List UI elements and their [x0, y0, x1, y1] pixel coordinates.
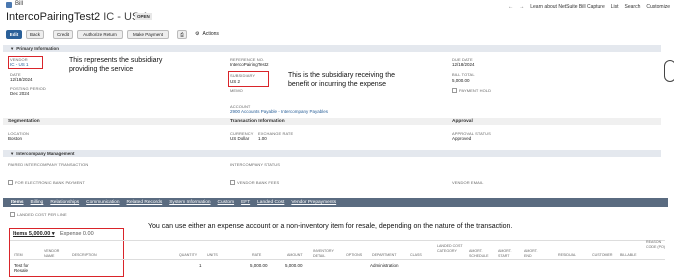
landed-cost-label: LANDED COST PER LINE	[17, 212, 67, 217]
row-department: Administration	[370, 263, 399, 268]
customize-link[interactable]: Customize	[646, 4, 670, 10]
edit-button[interactable]: Edit	[6, 30, 22, 39]
bill-total-label: BILL TOTAL	[452, 72, 475, 77]
payment-hold-checkbox[interactable]	[452, 88, 457, 93]
col-class: CLASS	[410, 253, 422, 257]
approval-status-value: Approved	[452, 136, 472, 141]
prev-icon[interactable]: ←	[508, 4, 513, 10]
learn-link[interactable]: Learn about NetSuite Bill Capture	[530, 4, 605, 10]
landed-cost-checkbox[interactable]	[10, 212, 15, 217]
row-rate: 5,000.00	[250, 263, 268, 268]
row-item[interactable]: Test for Resale	[14, 263, 36, 273]
approval-title: Approval	[452, 119, 473, 124]
tab-system-information[interactable]: System Information	[169, 200, 210, 205]
tab-billing[interactable]: Billing	[31, 200, 44, 205]
col-residual: RESIDUAL	[558, 253, 576, 257]
location-value: Boston	[8, 136, 23, 141]
payment-hold-label: PAYMENT HOLD	[459, 88, 492, 93]
intercompany-status-label: INTERCOMPANY STATUS	[230, 162, 281, 167]
tab-communication[interactable]: Communication	[86, 200, 119, 205]
subsidiary-annotation: This is the subsidiary receiving the ben…	[288, 72, 395, 88]
items-subtab[interactable]: Items 5,000.00 ▾	[13, 231, 55, 237]
segmentation-title: Segmentation	[8, 119, 40, 124]
tab-landed-cost[interactable]: Landed Cost	[257, 200, 284, 205]
subsidiary-value: US 2	[230, 79, 241, 84]
bill-total-value: 5,000.00	[452, 78, 470, 83]
col-amort-start: AMORT. START	[498, 249, 512, 258]
col-vendor-name: VENDOR NAME	[44, 249, 60, 258]
col-department: DEPARTMENT	[372, 253, 397, 257]
col-reason-code: REASON CODE (PO)	[646, 240, 665, 249]
memo-label: MEMO	[230, 88, 243, 93]
record-title: IntercoPairingTest2	[6, 11, 101, 23]
make-payment-button[interactable]: Make Payment	[127, 30, 169, 39]
subtab-bar: Items Billing Relationships Communicatio…	[3, 198, 668, 207]
col-inventory-detail: INVENTORY DETAIL	[313, 249, 334, 258]
reference-value: IntercoPairingTest2	[230, 62, 269, 67]
col-description: DESCRIPTION	[72, 253, 97, 257]
col-item: ITEM	[14, 253, 23, 257]
actions-menu[interactable]: ⚙ Actions	[195, 31, 219, 37]
eft-label: FOR ELECTRONIC BANK PAYMENT	[15, 180, 85, 185]
authorize-return-button[interactable]: Authorize Return	[77, 30, 123, 39]
back-button[interactable]: Back	[26, 30, 44, 39]
subsection-bar	[3, 118, 661, 125]
list-link[interactable]: List	[611, 4, 619, 10]
col-options: OPTIONS	[346, 253, 363, 257]
bill-icon	[6, 2, 12, 8]
col-quantity: QUANTITY	[179, 253, 198, 257]
side-panel-handle[interactable]	[664, 60, 674, 82]
search-link[interactable]: Search	[625, 4, 641, 10]
due-date-value: 12/18/2024	[452, 62, 475, 67]
print-icon[interactable]: ⎙	[177, 30, 187, 39]
vendor-email-label: VENDOR EMAIL	[452, 180, 484, 185]
col-amort-end: AMORT. END	[524, 249, 538, 258]
chevron-down-icon: ▾	[11, 45, 14, 51]
exchange-rate-value: 1.00	[258, 136, 267, 141]
col-amount: AMOUNT	[287, 253, 303, 257]
status-badge: OPEN	[135, 13, 152, 20]
record-type: Bill	[15, 1, 24, 7]
page-title: IntercoPairingTest2 IC - US 1	[6, 11, 148, 23]
intercompany-header[interactable]: ▾ Intercompany Management	[3, 150, 661, 157]
col-billable: BILLABLE	[620, 253, 637, 257]
account-value[interactable]: 2900 Accounts Payable - Intercompany Pay…	[230, 109, 328, 114]
tab-relationships[interactable]: Relationships	[50, 200, 79, 205]
tab-related-records[interactable]: Related Records	[126, 200, 162, 205]
primary-information-header[interactable]: ▾ Primary Information	[3, 45, 661, 52]
col-units: UNITS	[207, 253, 218, 257]
col-rate: RATE	[252, 253, 262, 257]
vendor-value[interactable]: IC - US 1	[10, 62, 29, 67]
vendor-fees-checkbox[interactable]	[230, 180, 235, 185]
tab-vendor-prepayments[interactable]: Vendor Prepayments	[291, 200, 336, 205]
items-annotation: You can use either an expense account or…	[148, 223, 513, 230]
transaction-title: Transaction Information	[230, 119, 285, 124]
paired-transaction-label: PAIRED INTERCOMPANY TRANSACTION	[8, 162, 89, 167]
top-links: ← → Learn about NetSuite Bill Capture Li…	[508, 4, 670, 10]
tab-items[interactable]: Items	[11, 200, 24, 205]
tab-eft[interactable]: EFT	[241, 200, 250, 205]
vendor-fees-label: VENDOR BANK FEES	[237, 180, 280, 185]
eft-checkbox[interactable]	[8, 180, 13, 185]
expense-subtab[interactable]: Expense 0.00	[60, 231, 94, 237]
table-row[interactable]: Test for Resale 1 5,000.00 5,000.00 Admi…	[10, 261, 665, 276]
chevron-down-icon: ▾	[11, 150, 14, 156]
credit-button[interactable]: Credit	[53, 30, 73, 39]
gear-icon: ⚙	[195, 31, 200, 37]
vendor-annotation: This represents the subsidiary providing…	[69, 57, 163, 73]
row-amount: 5,000.00	[285, 263, 303, 268]
chevron-down-icon: ▾	[51, 231, 55, 237]
col-customer: CUSTOMER	[592, 253, 613, 257]
next-icon[interactable]: →	[519, 4, 524, 10]
col-amort-schedule: AMORT. SCHEDULE	[469, 249, 489, 258]
currency-value: US Dollar	[230, 136, 250, 141]
col-landed-cost-category: LANDED COST CATEGORY	[437, 244, 463, 253]
row-quantity: 1	[199, 263, 202, 268]
date-value: 12/18/2024	[10, 77, 33, 82]
posting-period-value: Dec 2024	[10, 91, 30, 96]
subsidiary-label: SUBSIDIARY	[230, 73, 256, 78]
tab-custom[interactable]: Custom	[218, 200, 235, 205]
